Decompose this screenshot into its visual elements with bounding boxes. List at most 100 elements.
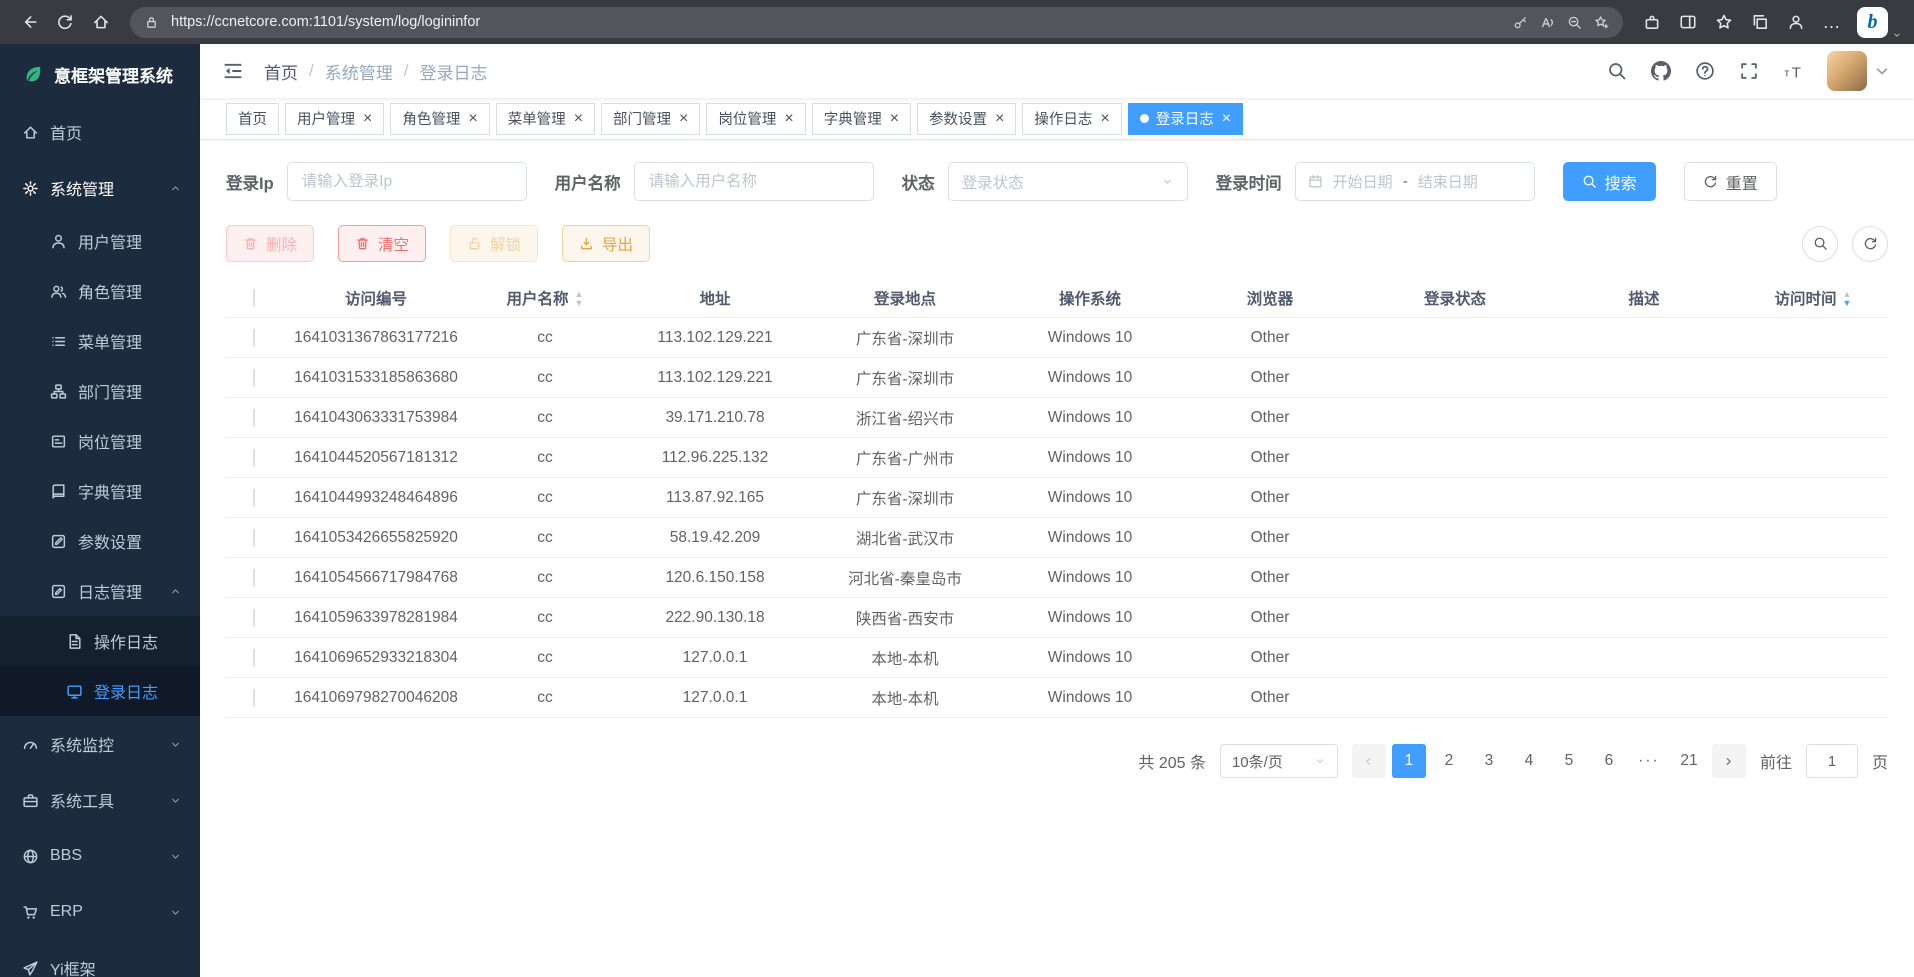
- refresh-table-button[interactable]: [1852, 226, 1888, 262]
- tab-oper-log[interactable]: 操作日志 ×: [1022, 103, 1121, 135]
- row-checkbox[interactable]: [253, 329, 255, 347]
- goto-page-input[interactable]: [1806, 744, 1858, 778]
- sidebar-item-system-mgmt[interactable]: 系统管理: [0, 160, 200, 216]
- page-button-21[interactable]: 21: [1672, 744, 1706, 778]
- fullscreen-button[interactable]: [1739, 61, 1759, 81]
- password-key-icon[interactable]: [1513, 15, 1528, 30]
- home-button[interactable]: [84, 6, 118, 38]
- tab-dept-mgmt[interactable]: 部门管理 ×: [601, 103, 700, 135]
- col-user-name[interactable]: 用户名称▲▼: [470, 287, 620, 309]
- row-checkbox[interactable]: [253, 609, 255, 627]
- row-checkbox[interactable]: [253, 369, 255, 387]
- read-aloud-icon[interactable]: [1540, 15, 1555, 30]
- sidebar-item-erp[interactable]: ERP: [0, 884, 200, 940]
- sidebar-item-system-monitor[interactable]: 系统监控: [0, 716, 200, 772]
- row-checkbox[interactable]: [253, 689, 255, 707]
- row-checkbox[interactable]: [253, 489, 255, 507]
- login-ip-input[interactable]: [287, 162, 527, 201]
- collections-button[interactable]: [1743, 6, 1777, 38]
- page-size-select[interactable]: 10条/页: [1220, 744, 1338, 778]
- tab-post-mgmt[interactable]: 岗位管理 ×: [706, 103, 805, 135]
- cell-user-name: cc: [470, 409, 620, 427]
- user-avatar[interactable]: [1827, 51, 1867, 91]
- tab-param-settings[interactable]: 参数设置 ×: [917, 103, 1016, 135]
- reset-button[interactable]: 重置: [1684, 162, 1777, 201]
- user-menu[interactable]: [1827, 51, 1892, 91]
- export-button[interactable]: 导出: [562, 225, 650, 262]
- sidebar-item-log-mgmt[interactable]: 日志管理: [0, 566, 200, 616]
- sidebar-item-system-tools[interactable]: 系统工具: [0, 772, 200, 828]
- zoom-icon[interactable]: [1567, 15, 1582, 30]
- page-button-6[interactable]: 6: [1592, 744, 1626, 778]
- col-access-time[interactable]: 访问时间▲▼: [1738, 287, 1888, 309]
- page-button-3[interactable]: 3: [1472, 744, 1506, 778]
- tab-home[interactable]: 首页: [226, 103, 279, 135]
- user-name-input[interactable]: [634, 162, 874, 201]
- sidebar-item-yi-framework[interactable]: Yi框架: [0, 940, 200, 977]
- close-icon[interactable]: ×: [890, 111, 899, 127]
- row-checkbox[interactable]: [253, 449, 255, 467]
- close-icon[interactable]: ×: [1222, 111, 1231, 127]
- back-button[interactable]: [12, 6, 46, 38]
- extensions-button[interactable]: [1635, 6, 1669, 38]
- sidebar-item-post-mgmt[interactable]: 岗位管理: [0, 416, 200, 466]
- clear-button[interactable]: 清空: [338, 225, 426, 262]
- sidebar-item-role-mgmt[interactable]: 角色管理: [0, 266, 200, 316]
- next-page-button[interactable]: [1712, 744, 1746, 778]
- sort-control[interactable]: ▲▼: [1843, 290, 1852, 308]
- close-icon[interactable]: ×: [784, 111, 793, 127]
- close-icon[interactable]: ×: [363, 111, 372, 127]
- tab-user-mgmt[interactable]: 用户管理 ×: [285, 103, 384, 135]
- site-info-icon[interactable]: [144, 15, 159, 30]
- tab-menu-mgmt[interactable]: 菜单管理 ×: [496, 103, 595, 135]
- favorites-add-icon[interactable]: [1594, 15, 1609, 30]
- refresh-button[interactable]: [48, 6, 82, 38]
- page-more-button[interactable]: ···: [1632, 744, 1666, 778]
- row-checkbox[interactable]: [253, 409, 255, 427]
- row-checkbox[interactable]: [253, 649, 255, 667]
- tab-role-mgmt[interactable]: 角色管理 ×: [390, 103, 489, 135]
- github-button[interactable]: [1651, 61, 1671, 81]
- sidebar-toggle-button[interactable]: [222, 60, 244, 82]
- sidebar-item-bbs[interactable]: BBS: [0, 828, 200, 884]
- row-checkbox[interactable]: [253, 529, 255, 547]
- font-size-button[interactable]: [1783, 61, 1803, 81]
- tab-dict-mgmt[interactable]: 字典管理 ×: [812, 103, 911, 135]
- status-select[interactable]: 登录状态: [948, 162, 1188, 201]
- date-range-picker[interactable]: 开始日期 - 结束日期: [1295, 162, 1535, 201]
- toggle-search-button[interactable]: [1802, 226, 1838, 262]
- sort-control[interactable]: ▲▼: [575, 290, 584, 308]
- close-icon[interactable]: ×: [574, 111, 583, 127]
- close-icon[interactable]: ×: [1100, 111, 1109, 127]
- browser-settings-button[interactable]: …: [1815, 6, 1849, 38]
- sidebar-item-dict-mgmt[interactable]: 字典管理: [0, 466, 200, 516]
- page-button-5[interactable]: 5: [1552, 744, 1586, 778]
- page-button-2[interactable]: 2: [1432, 744, 1466, 778]
- chevron-down-icon[interactable]: [1892, 30, 1902, 40]
- sidebar-item-user-mgmt[interactable]: 用户管理: [0, 216, 200, 266]
- sidebar-item-param-settings[interactable]: 参数设置: [0, 516, 200, 566]
- close-icon[interactable]: ×: [679, 111, 688, 127]
- sidebar-item-login-log[interactable]: 登录日志: [0, 666, 200, 716]
- breadcrumb-home[interactable]: 首页: [264, 59, 298, 84]
- sidebar-item-dept-mgmt[interactable]: 部门管理: [0, 366, 200, 416]
- browser-profile-button[interactable]: [1779, 6, 1813, 38]
- page-button-1[interactable]: 1: [1392, 744, 1426, 778]
- sidebar-item-oper-log[interactable]: 操作日志: [0, 616, 200, 666]
- sidebar-item-home[interactable]: 首页: [0, 104, 200, 160]
- close-icon[interactable]: ×: [468, 111, 477, 127]
- help-button[interactable]: [1695, 61, 1715, 81]
- favorites-button[interactable]: [1707, 6, 1741, 38]
- row-checkbox[interactable]: [253, 569, 255, 587]
- breadcrumb-system-mgmt[interactable]: 系统管理: [325, 59, 393, 84]
- select-all-checkbox[interactable]: [253, 289, 255, 307]
- page-button-4[interactable]: 4: [1512, 744, 1546, 778]
- close-icon[interactable]: ×: [995, 111, 1004, 127]
- sidebar-item-menu-mgmt[interactable]: 菜单管理: [0, 316, 200, 366]
- search-button[interactable]: 搜索: [1563, 162, 1656, 201]
- tab-login-log[interactable]: 登录日志 ×: [1128, 103, 1243, 135]
- copilot-bing-button[interactable]: b: [1857, 7, 1888, 38]
- header-search-button[interactable]: [1607, 61, 1627, 81]
- address-bar[interactable]: https://ccnetcore.com:1101/system/log/lo…: [130, 7, 1623, 38]
- split-screen-button[interactable]: [1671, 6, 1705, 38]
